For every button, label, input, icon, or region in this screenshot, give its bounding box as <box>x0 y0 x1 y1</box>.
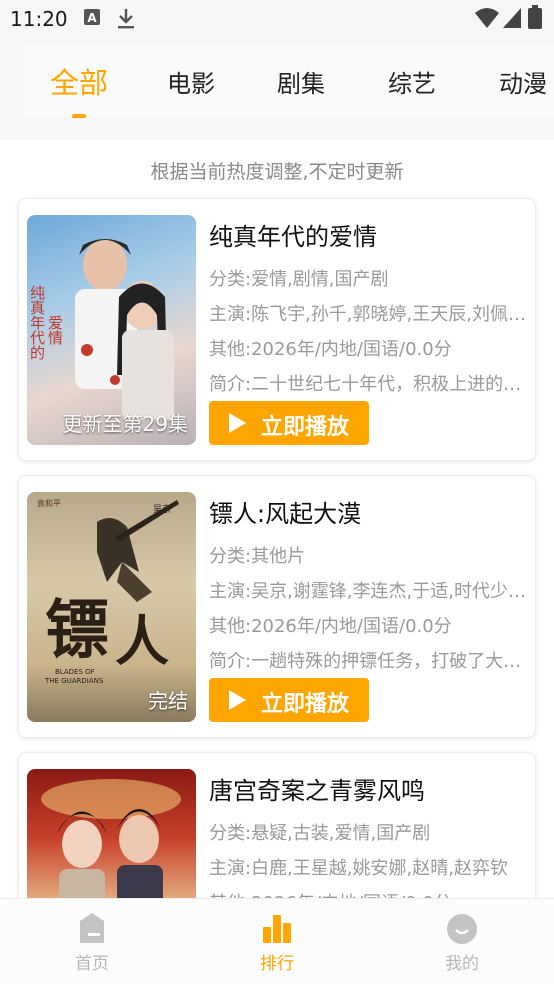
nav-profile-label: 我的 <box>445 954 479 974</box>
drama-info: 其他:2026年/内地/国语/0.0分 <box>209 616 452 637</box>
drama-card[interactable]: 纯真年代的 爱情 更新至第29集 纯真年代的爱情 分类:爱情,剧情,国产剧 主演… <box>18 198 536 461</box>
poster-image[interactable] <box>27 769 196 898</box>
nav-ranking-label: 排行 <box>260 954 294 974</box>
nav-home[interactable]: 首页 <box>52 911 132 974</box>
play-icon <box>229 690 246 710</box>
drama-intro: 简介:一趟特殊的押镖任务，打破了大漠的宁静 <box>209 651 531 672</box>
drama-title[interactable]: 纯真年代的爱情 <box>209 217 377 252</box>
drama-cast: 主演:白鹿,王星越,姚安娜,赵晴,赵弈钦 <box>209 858 508 879</box>
text-a-icon: A <box>84 8 100 30</box>
svg-text:BLADES OF: BLADES OF <box>55 668 95 676</box>
play-now-label: 立即播放 <box>261 415 350 440</box>
signal-icon <box>502 7 522 33</box>
drama-category: 分类:悬疑,古装,爱情,国产剧 <box>209 823 431 844</box>
tab-series[interactable]: 剧集 <box>277 64 325 99</box>
svg-text:袁和平: 袁和平 <box>37 498 61 508</box>
status-time: 11:20 <box>10 7 68 31</box>
profile-icon <box>446 911 478 945</box>
play-now-label: 立即播放 <box>261 692 350 717</box>
drama-cast: 主演:陈飞宇,孙千,郭晓婷,王天辰,刘佩琦,刘敏涛 <box>209 304 531 325</box>
category-tabs: 全部 电影 剧集 综艺 动漫 <box>24 44 554 119</box>
drama-info: 其他:2026年/内地/国语/0.0分 <box>209 339 452 360</box>
battery-icon <box>528 5 542 33</box>
tab-variety[interactable]: 综艺 <box>388 64 436 99</box>
drama-info: 其他:2026年/内地/国语/0.0分 <box>209 889 531 898</box>
ranking-list[interactable]: 根据当前热度调整,不定时更新 纯真年代的 爱情 更新至第29集 纯真年代的爱情 … <box>0 140 554 898</box>
play-now-button[interactable]: 立即播放 <box>209 401 369 445</box>
drama-cast: 主演:吴京,谢霆锋,李连杰,于适,时代少年团 <box>209 581 531 602</box>
tab-movies[interactable]: 电影 <box>167 64 215 99</box>
tabs-spacer <box>0 118 554 140</box>
status-bar: 11:20 A <box>0 0 554 40</box>
bottom-nav: 首页 排行 我的 <box>0 898 554 984</box>
drama-title[interactable]: 镖人:风起大漠 <box>209 494 361 529</box>
drama-category: 分类:爱情,剧情,国产剧 <box>209 269 389 290</box>
tab-all[interactable]: 全部 <box>50 60 108 102</box>
svg-text:A: A <box>87 11 97 25</box>
ranking-notice: 根据当前热度调整,不定时更新 <box>150 161 404 183</box>
drama-card[interactable]: 镖 人 BLADES OF THE GUARDIANS 袁和平 吴京 完结 镖人… <box>18 475 536 738</box>
drama-category: 分类:其他片 <box>209 546 306 567</box>
status-badge: 完结 <box>148 689 188 713</box>
drama-card[interactable]: 唐宫奇案之青雾风鸣 分类:悬疑,古装,爱情,国产剧 主演:白鹿,王星越,姚安娜,… <box>18 752 536 898</box>
chart-icon <box>261 911 293 945</box>
wifi-icon <box>475 7 499 33</box>
download-icon <box>117 8 135 34</box>
poster-image[interactable]: 纯真年代的 爱情 更新至第29集 <box>27 215 196 445</box>
drama-title[interactable]: 唐宫奇案之青雾风鸣 <box>209 771 425 806</box>
home-icon <box>76 911 108 945</box>
play-now-button[interactable]: 立即播放 <box>209 678 369 722</box>
tab-anime[interactable]: 动漫 <box>499 64 547 99</box>
nav-profile[interactable]: 我的 <box>422 911 502 974</box>
svg-text:THE GUARDIANS: THE GUARDIANS <box>44 677 104 685</box>
svg-text:纯真年代的: 纯真年代的 <box>28 285 46 361</box>
drama-intro: 简介:二十世纪七十年代，积极上进的青年们 <box>209 374 531 395</box>
play-icon <box>229 413 246 433</box>
nav-home-label: 首页 <box>75 954 109 974</box>
svg-text:吴京: 吴京 <box>153 503 171 515</box>
svg-text:镖: 镖 <box>45 593 109 668</box>
svg-text:爱情: 爱情 <box>46 315 64 346</box>
poster-image[interactable]: 镖 人 BLADES OF THE GUARDIANS 袁和平 吴京 完结 <box>27 492 196 722</box>
episode-badge: 更新至第29集 <box>62 412 188 436</box>
svg-text:人: 人 <box>115 609 169 673</box>
nav-ranking[interactable]: 排行 <box>237 911 317 974</box>
